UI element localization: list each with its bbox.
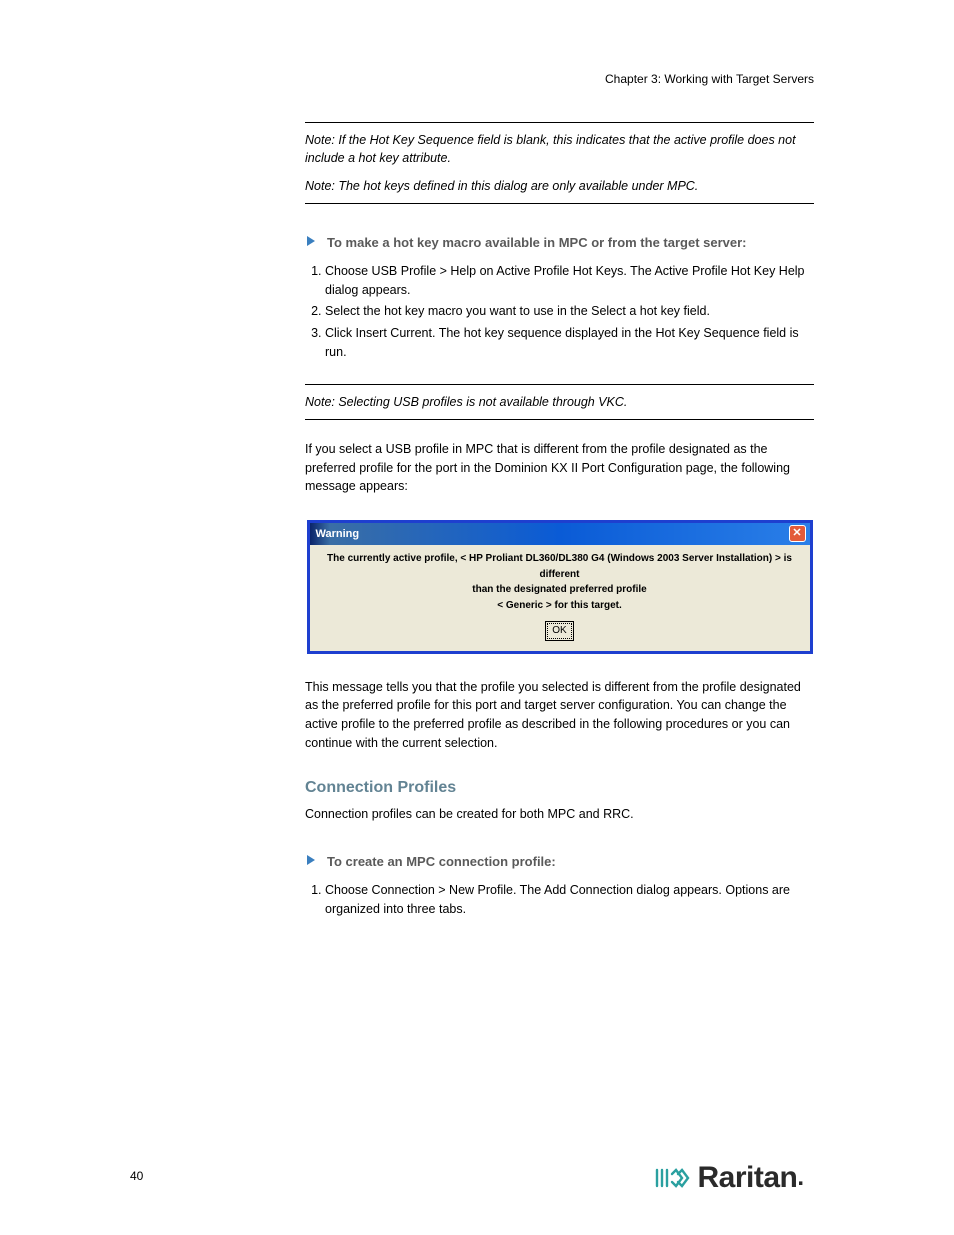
arrow-right-icon bbox=[305, 235, 323, 249]
list-item: Choose Connection > New Profile. The Add… bbox=[325, 881, 814, 919]
list-item: Choose USB Profile > Help on Active Prof… bbox=[325, 262, 814, 300]
note-text: Note: The hot keys defined in this dialo… bbox=[305, 177, 814, 195]
chapter-header: Chapter 3: Working with Target Servers bbox=[0, 72, 954, 86]
dialog-message-line: < Generic > for this target. bbox=[320, 598, 800, 614]
page-number: 40 bbox=[130, 1169, 143, 1183]
note-block-2: Note: Selecting USB profiles is not avai… bbox=[305, 384, 814, 420]
step-list: Choose Connection > New Profile. The Add… bbox=[305, 881, 814, 919]
note-block-1: Note: If the Hot Key Sequence field is b… bbox=[305, 122, 814, 204]
step-heading-text: To make a hot key macro available in MPC… bbox=[327, 234, 747, 252]
note-text: Note: Selecting USB profiles is not avai… bbox=[305, 393, 814, 411]
list-item: Click Insert Current. The hot key sequen… bbox=[325, 324, 814, 362]
brand-logo: Raritan. bbox=[653, 1161, 804, 1195]
arrow-right-icon bbox=[305, 854, 323, 868]
close-icon[interactable]: ✕ bbox=[789, 525, 806, 542]
body-paragraph: Connection profiles can be created for b… bbox=[305, 805, 814, 824]
logo-mark-icon bbox=[653, 1165, 693, 1191]
dialog-message-line: than the designated preferred profile bbox=[320, 582, 800, 598]
body-paragraph: This message tells you that the profile … bbox=[305, 678, 814, 753]
dialog-titlebar: Warning ✕ bbox=[310, 523, 810, 545]
body-paragraph: If you select a USB profile in MPC that … bbox=[305, 440, 814, 496]
dialog-message-line: The currently active profile, < HP Proli… bbox=[320, 551, 800, 582]
step-list: Choose USB Profile > Help on Active Prof… bbox=[305, 262, 814, 362]
note-text: Note: If the Hot Key Sequence field is b… bbox=[305, 131, 814, 167]
section-heading: Connection Profiles bbox=[305, 779, 814, 797]
step-heading-text: To create an MPC connection profile: bbox=[327, 853, 556, 871]
list-item: Select the hot key macro you want to use… bbox=[325, 302, 814, 321]
warning-dialog: Warning ✕ The currently active profile, … bbox=[307, 520, 813, 654]
logo-dot: . bbox=[797, 1164, 804, 1192]
ok-button[interactable]: OK bbox=[545, 621, 573, 641]
dialog-title: Warning bbox=[316, 528, 360, 540]
logo-text: Raritan bbox=[697, 1161, 797, 1195]
dialog-body: The currently active profile, < HP Proli… bbox=[310, 545, 810, 651]
